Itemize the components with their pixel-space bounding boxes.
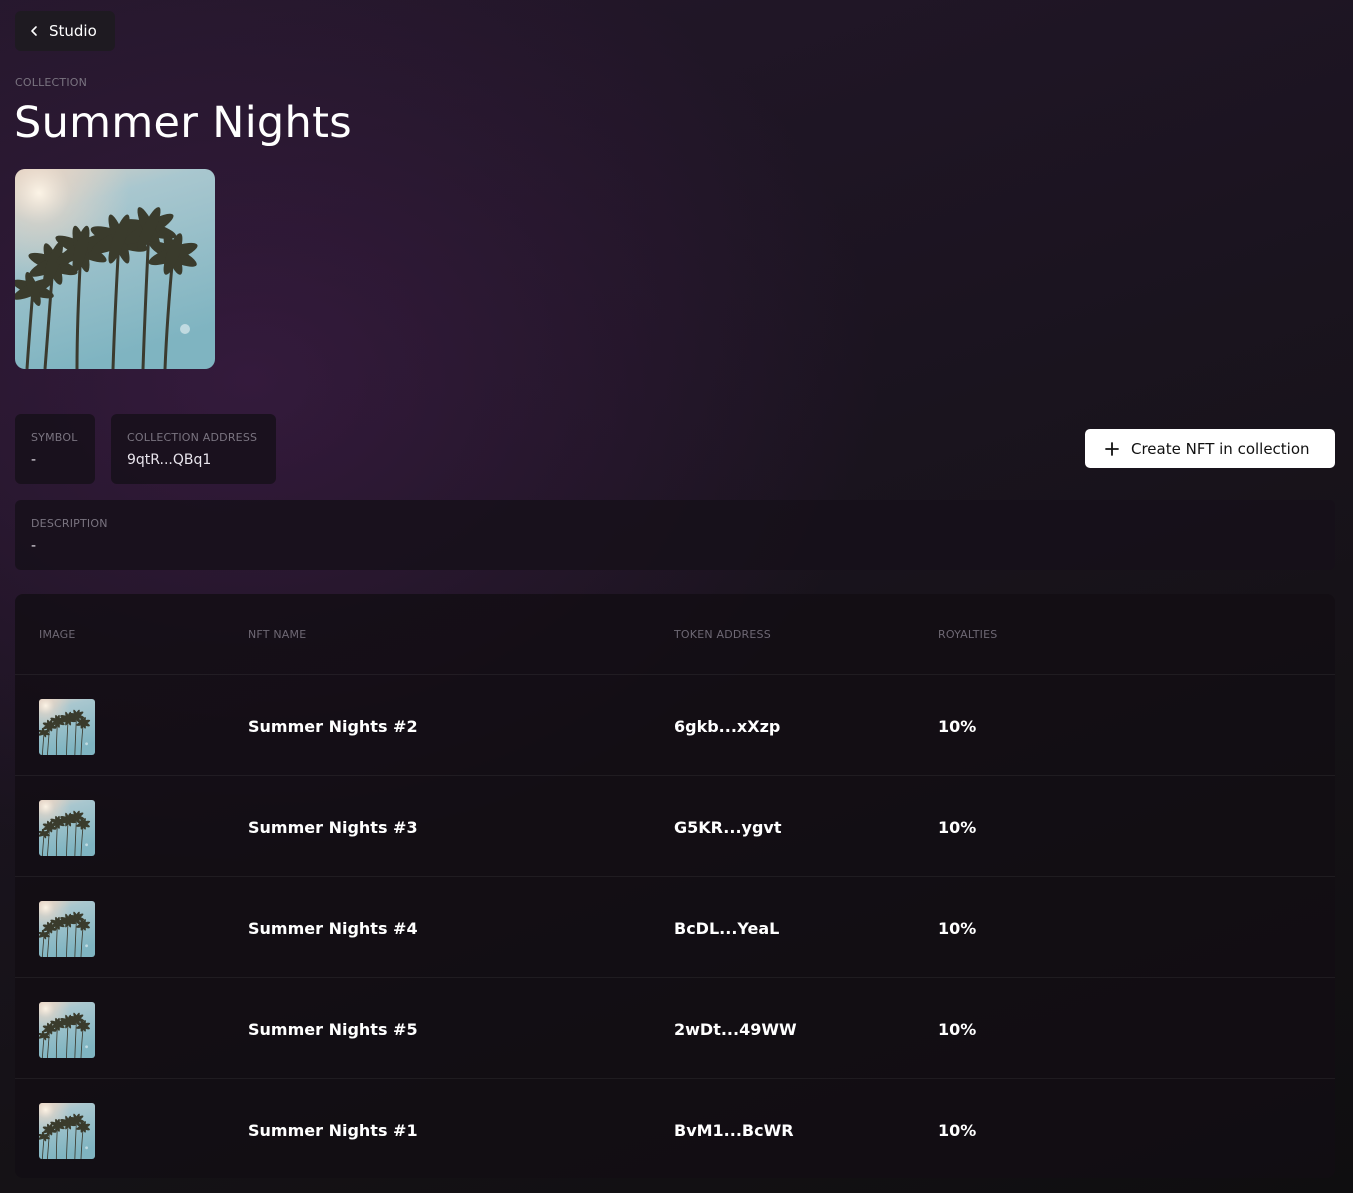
column-header-token-address: TOKEN ADDRESS [674,628,771,641]
nft-thumbnail [39,1002,95,1058]
symbol-label: SYMBOL [31,431,78,444]
create-nft-button[interactable]: Create NFT in collection [1085,429,1335,468]
royalties-value: 10% [938,1020,977,1039]
collection-address-value[interactable]: 9qtR...QBq1 [127,452,260,468]
nft-name: Summer Nights #4 [248,919,418,938]
page: Studio COLLECTION Summer Nights SYMBOL -… [0,0,1353,1193]
nft-name: Summer Nights #5 [248,1020,418,1039]
collection-cover-image [15,169,215,369]
token-address[interactable]: BvM1...BcWR [674,1121,794,1140]
back-to-studio-button[interactable]: Studio [15,11,115,51]
description-value: - [31,538,37,554]
symbol-value: - [31,452,37,468]
token-address[interactable]: 2wDt...49WW [674,1020,797,1039]
royalties-value: 10% [938,1121,977,1140]
token-address[interactable]: 6gkb...xXzp [674,717,780,736]
token-address[interactable]: G5KR...ygvt [674,818,781,837]
token-address[interactable]: BcDL...YeaL [674,919,779,938]
create-nft-label: Create NFT in collection [1131,439,1310,458]
nft-thumbnail [39,800,95,856]
royalties-value: 10% [938,717,977,736]
table-header: IMAGE NFT NAME TOKEN ADDRESS ROYALTIES [15,594,1335,675]
nft-name: Summer Nights #1 [248,1121,418,1140]
column-header-name: NFT NAME [248,628,307,641]
column-header-image: IMAGE [39,628,76,641]
royalties-value: 10% [938,818,977,837]
symbol-card: SYMBOL - [15,414,95,484]
column-header-royalties: ROYALTIES [938,628,998,641]
collection-eyebrow: COLLECTION [15,76,88,89]
table-row[interactable]: Summer Nights #5 2wDt...49WW 10% [15,978,1335,1079]
collection-address-label: COLLECTION ADDRESS [127,431,258,444]
table-row[interactable]: Summer Nights #3 G5KR...ygvt 10% [15,776,1335,877]
table-row[interactable]: Summer Nights #1 BvM1...BcWR 10% [15,1079,1335,1178]
table-row[interactable]: Summer Nights #4 BcDL...YeaL 10% [15,877,1335,978]
collection-address-card[interactable]: COLLECTION ADDRESS 9qtR...QBq1 [111,414,276,484]
royalties-value: 10% [938,919,977,938]
nft-name: Summer Nights #2 [248,717,418,736]
chevron-left-icon [31,26,37,36]
nft-name: Summer Nights #3 [248,818,418,837]
nft-table: IMAGE NFT NAME TOKEN ADDRESS ROYALTIES S… [15,594,1335,1178]
nft-thumbnail [39,901,95,957]
plus-icon [1105,441,1119,456]
description-label: DESCRIPTION [31,517,108,530]
table-row[interactable]: Summer Nights #2 6gkb...xXzp 10% [15,675,1335,776]
back-button-label: Studio [49,22,97,40]
page-title: Summer Nights [14,98,352,148]
nft-thumbnail [39,699,95,755]
nft-thumbnail [39,1103,95,1159]
description-card: DESCRIPTION - [15,500,1335,570]
